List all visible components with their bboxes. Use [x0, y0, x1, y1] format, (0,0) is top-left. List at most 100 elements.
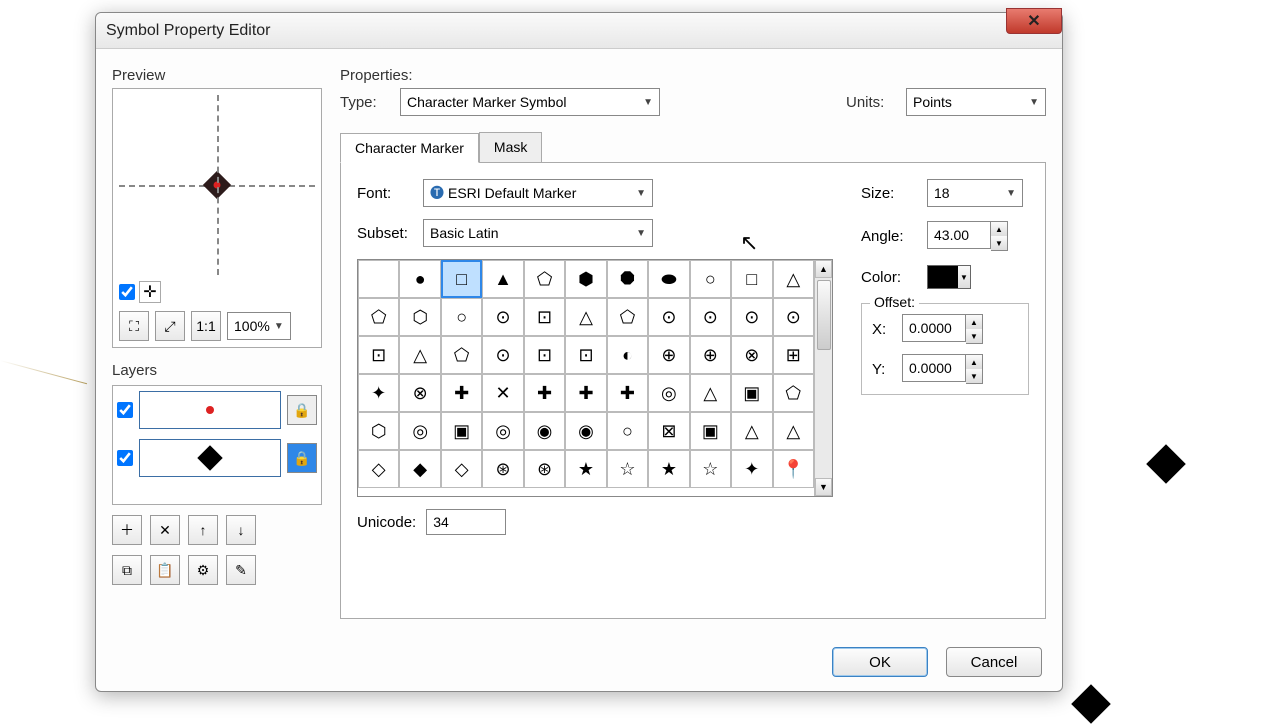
character-cell[interactable]: △ [773, 260, 814, 298]
character-cell[interactable]: ◎ [399, 412, 440, 450]
character-cell[interactable]: ◎ [648, 374, 689, 412]
scroll-down-button[interactable]: ▼ [815, 478, 832, 496]
crosshair-icon[interactable]: ✛ [139, 281, 161, 303]
unicode-input[interactable] [426, 509, 506, 535]
zoom-fit-button[interactable]: ⛶ [119, 311, 149, 341]
character-cell[interactable]: ⊕ [648, 336, 689, 374]
character-cell[interactable]: ✦ [358, 374, 399, 412]
character-cell[interactable]: □ [731, 260, 772, 298]
offset-x-spinner[interactable]: ▲▼ [902, 314, 983, 344]
character-cell[interactable]: ○ [690, 260, 731, 298]
type-select[interactable]: Character Marker Symbol ▼ [400, 88, 660, 116]
character-cell[interactable]: △ [399, 336, 440, 374]
character-cell[interactable]: ⬬ [648, 260, 689, 298]
character-cell[interactable]: ⊕ [690, 336, 731, 374]
character-cell[interactable]: ☆ [607, 450, 648, 488]
character-cell[interactable]: ◐ [607, 336, 648, 374]
character-cell[interactable]: ◉ [524, 412, 565, 450]
scrollbar[interactable]: ▲ ▼ [814, 260, 832, 496]
cancel-button[interactable]: Cancel [946, 647, 1042, 677]
character-cell[interactable]: ⊡ [358, 336, 399, 374]
layer-row[interactable]: 🔒 [113, 434, 321, 482]
character-cell[interactable]: ⬠ [358, 298, 399, 336]
character-cell[interactable]: ⊗ [731, 336, 772, 374]
character-cell[interactable]: 📍 [773, 450, 814, 488]
zoom-combo[interactable]: 100% ▼ [227, 312, 291, 340]
layer-thumbnail[interactable] [139, 439, 281, 477]
layer-extra-button[interactable]: ✎ [226, 555, 256, 585]
subset-select[interactable]: Basic Latin ▼ [423, 219, 653, 247]
character-cell[interactable]: ○ [441, 298, 482, 336]
angle-spinner[interactable]: ▲▼ [927, 221, 1008, 251]
tab-character-marker[interactable]: Character Marker [340, 133, 479, 163]
scroll-thumb[interactable] [817, 280, 831, 350]
character-cell[interactable]: ⊙ [731, 298, 772, 336]
character-cell[interactable]: ⯃ [607, 260, 648, 298]
move-up-button[interactable]: ↑ [188, 515, 218, 545]
character-cell[interactable]: ◇ [358, 450, 399, 488]
layer-thumbnail[interactable] [139, 391, 281, 429]
character-cell[interactable]: ⊡ [524, 298, 565, 336]
layer-visible-checkbox[interactable] [117, 402, 133, 418]
close-button[interactable]: ✕ [1006, 8, 1062, 34]
zoom-extent-button[interactable]: ⤢ [155, 311, 185, 341]
character-cell[interactable]: ⊛ [524, 450, 565, 488]
character-cell[interactable]: ◆ [399, 450, 440, 488]
character-cell[interactable]: □ [441, 260, 482, 298]
character-cell[interactable]: ▣ [441, 412, 482, 450]
add-layer-button[interactable]: ＋ [112, 515, 142, 545]
character-cell[interactable]: ⬠ [607, 298, 648, 336]
character-cell[interactable]: ★ [565, 450, 606, 488]
spin-up-icon[interactable]: ▲ [966, 315, 982, 329]
character-cell[interactable]: ⬢ [565, 260, 606, 298]
character-cell[interactable]: ⊛ [482, 450, 523, 488]
offset-x-input[interactable] [902, 314, 966, 342]
character-cell[interactable]: △ [690, 374, 731, 412]
character-cell[interactable]: ⊙ [648, 298, 689, 336]
color-picker[interactable]: ▼ [927, 265, 971, 289]
spin-down-icon[interactable]: ▼ [966, 329, 982, 343]
remove-layer-button[interactable]: ✕ [150, 515, 180, 545]
character-cell[interactable]: ⊗ [399, 374, 440, 412]
character-cell[interactable]: ◎ [482, 412, 523, 450]
character-cell[interactable]: ⊡ [524, 336, 565, 374]
character-cell[interactable]: ★ [648, 450, 689, 488]
spin-up-icon[interactable]: ▲ [966, 355, 982, 369]
layer-row[interactable]: 🔒 [113, 386, 321, 434]
preview-crosshair-checkbox[interactable] [119, 284, 135, 300]
layer-visible-checkbox[interactable] [117, 450, 133, 466]
character-cell[interactable]: ⊙ [690, 298, 731, 336]
layer-properties-button[interactable]: ⚙ [188, 555, 218, 585]
character-cell[interactable]: ● [399, 260, 440, 298]
character-cell[interactable] [358, 260, 399, 298]
layer-lock-button[interactable]: 🔒 [287, 395, 317, 425]
character-cell[interactable]: ☆ [690, 450, 731, 488]
scroll-up-button[interactable]: ▲ [815, 260, 832, 278]
character-cell[interactable]: ⬡ [358, 412, 399, 450]
copy-layer-button[interactable]: ⧉ [112, 555, 142, 585]
spin-up-icon[interactable]: ▲ [991, 222, 1007, 236]
character-cell[interactable]: △ [731, 412, 772, 450]
character-cell[interactable]: ✕ [482, 374, 523, 412]
paste-layer-button[interactable]: 📋 [150, 555, 180, 585]
spin-down-icon[interactable]: ▼ [991, 236, 1007, 250]
character-cell[interactable]: ✦ [731, 450, 772, 488]
character-cell[interactable]: ⊠ [648, 412, 689, 450]
offset-y-input[interactable] [902, 354, 966, 382]
character-cell[interactable]: △ [565, 298, 606, 336]
character-cell[interactable]: ⊡ [565, 336, 606, 374]
character-cell[interactable]: ◉ [565, 412, 606, 450]
character-cell[interactable]: ⬠ [773, 374, 814, 412]
character-cell[interactable]: ⊙ [482, 336, 523, 374]
character-cell[interactable]: ⬠ [441, 336, 482, 374]
units-select[interactable]: Points ▼ [906, 88, 1046, 116]
character-cell[interactable]: ▣ [731, 374, 772, 412]
character-cell[interactable]: △ [773, 412, 814, 450]
character-cell[interactable]: ✚ [524, 374, 565, 412]
tab-mask[interactable]: Mask [479, 132, 542, 162]
layer-lock-button[interactable]: 🔒 [287, 443, 317, 473]
character-cell[interactable]: ✚ [565, 374, 606, 412]
character-cell[interactable]: ▲ [482, 260, 523, 298]
angle-input[interactable] [927, 221, 991, 249]
character-cell[interactable]: ▣ [690, 412, 731, 450]
